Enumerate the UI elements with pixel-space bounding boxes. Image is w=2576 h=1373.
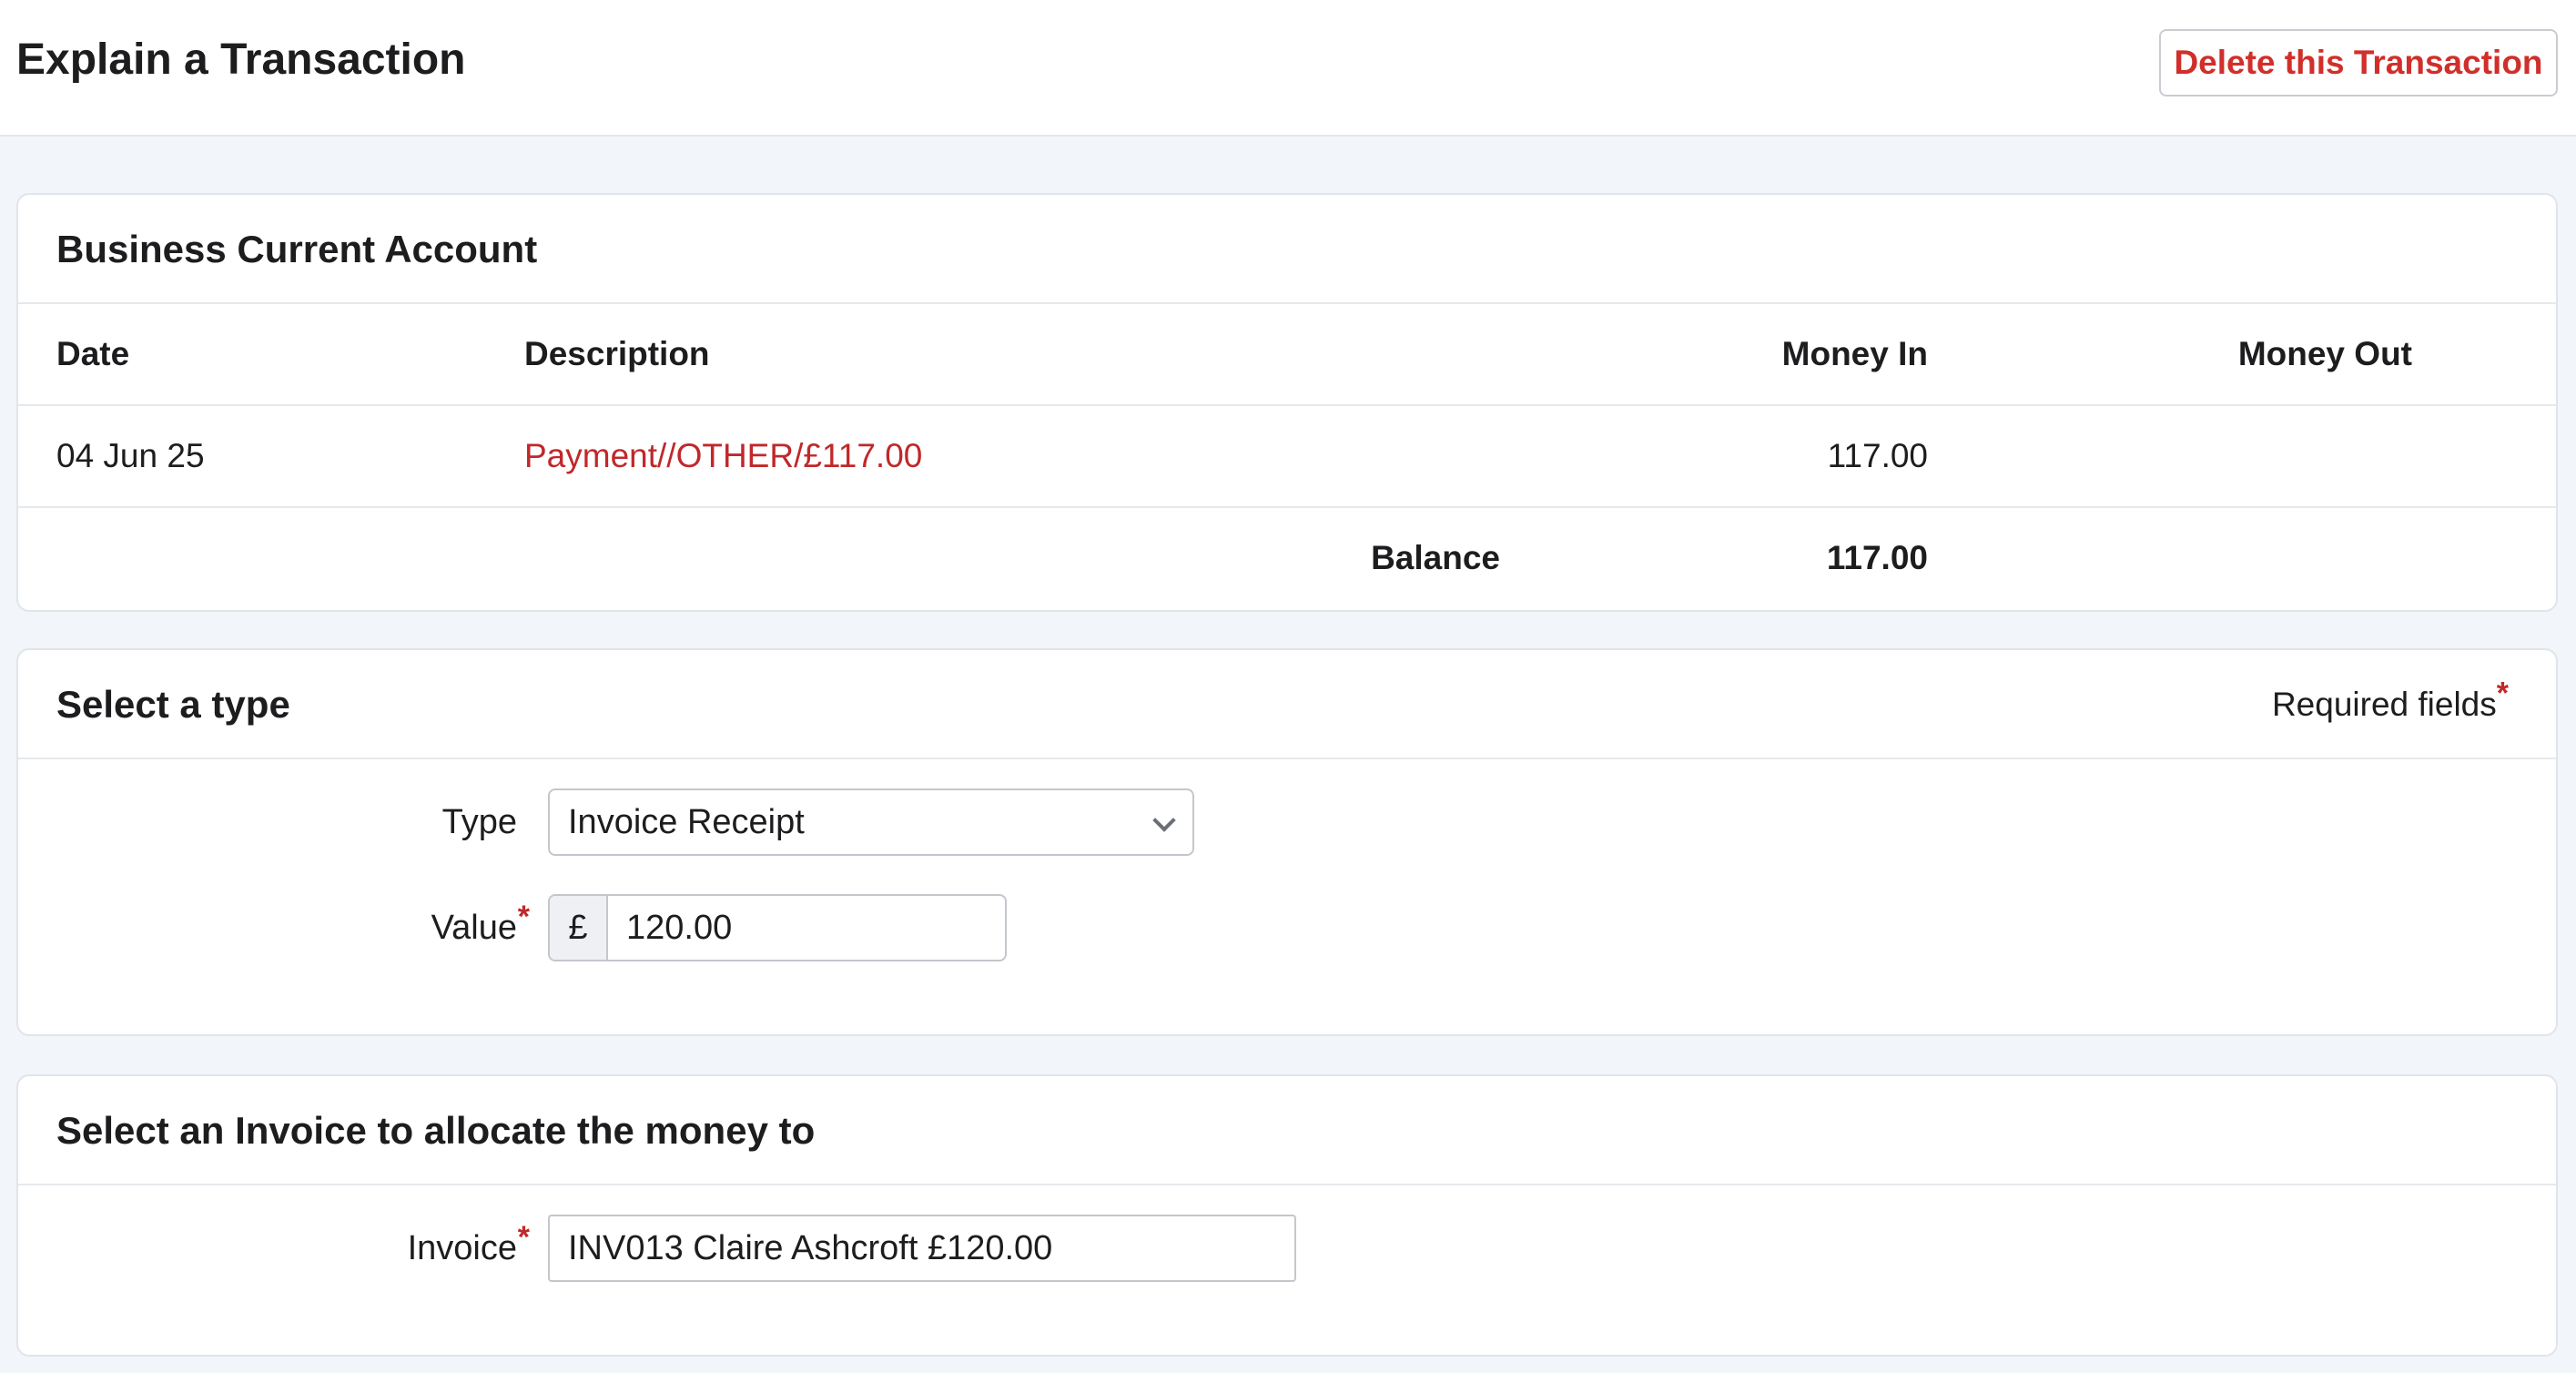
invoice-section-title: Select an Invoice to allocate the money … (56, 1109, 816, 1152)
transaction-date: 04 Jun 25 (56, 437, 205, 474)
type-label: Type (441, 803, 517, 841)
column-header-date: Date (56, 335, 130, 372)
invoice-card: Select an Invoice to allocate the money … (16, 1074, 2558, 1357)
balance-row: Balance 117.00 (18, 508, 2556, 610)
required-fields-note: Required fields* (2271, 676, 2509, 723)
currency-prefix: £ (550, 896, 608, 960)
delete-transaction-button[interactable]: Delete this Transaction (2159, 29, 2558, 97)
value-input[interactable] (608, 896, 1005, 960)
table-row: 04 Jun 25 Payment//OTHER/£117.00 117.00 (18, 406, 2556, 508)
table-header-row: Date Description Money In Money Out (18, 304, 2556, 406)
page-title: Explain a Transaction (16, 36, 466, 84)
required-marker: * (2496, 676, 2509, 711)
account-title: Business Current Account (56, 228, 538, 270)
required-marker: * (517, 900, 530, 934)
account-card-header: Business Current Account (18, 195, 2556, 304)
chevron-down-icon (1152, 809, 1176, 832)
account-card: Business Current Account Date Descriptio… (16, 193, 2558, 612)
invoice-input[interactable] (548, 1215, 1296, 1282)
column-header-description: Description (524, 335, 710, 372)
balance-value: 117.00 (1826, 539, 1928, 576)
column-header-money-in: Money In (1781, 335, 1928, 372)
type-card: Select a type Required fields* Type Invo… (16, 648, 2558, 1036)
transaction-money-in: 117.00 (1827, 437, 1928, 474)
page-header: Explain a Transaction Delete this Transa… (0, 0, 2576, 137)
column-header-money-out: Money Out (2237, 335, 2412, 372)
value-label: Value * (431, 900, 530, 947)
invoice-label: Invoice * (407, 1220, 530, 1267)
type-select[interactable]: Invoice Receipt (548, 788, 1194, 856)
invoice-card-header: Select an Invoice to allocate the money … (18, 1076, 2556, 1185)
balance-label: Balance (1371, 539, 1500, 576)
type-select-value: Invoice Receipt (568, 803, 805, 841)
value-input-group: £ (548, 894, 1007, 961)
type-section-title: Select a type (56, 683, 290, 726)
required-marker: * (517, 1220, 530, 1255)
transaction-description-link[interactable]: Payment//OTHER/£117.00 (524, 406, 922, 506)
type-card-header: Select a type Required fields* (18, 650, 2556, 759)
